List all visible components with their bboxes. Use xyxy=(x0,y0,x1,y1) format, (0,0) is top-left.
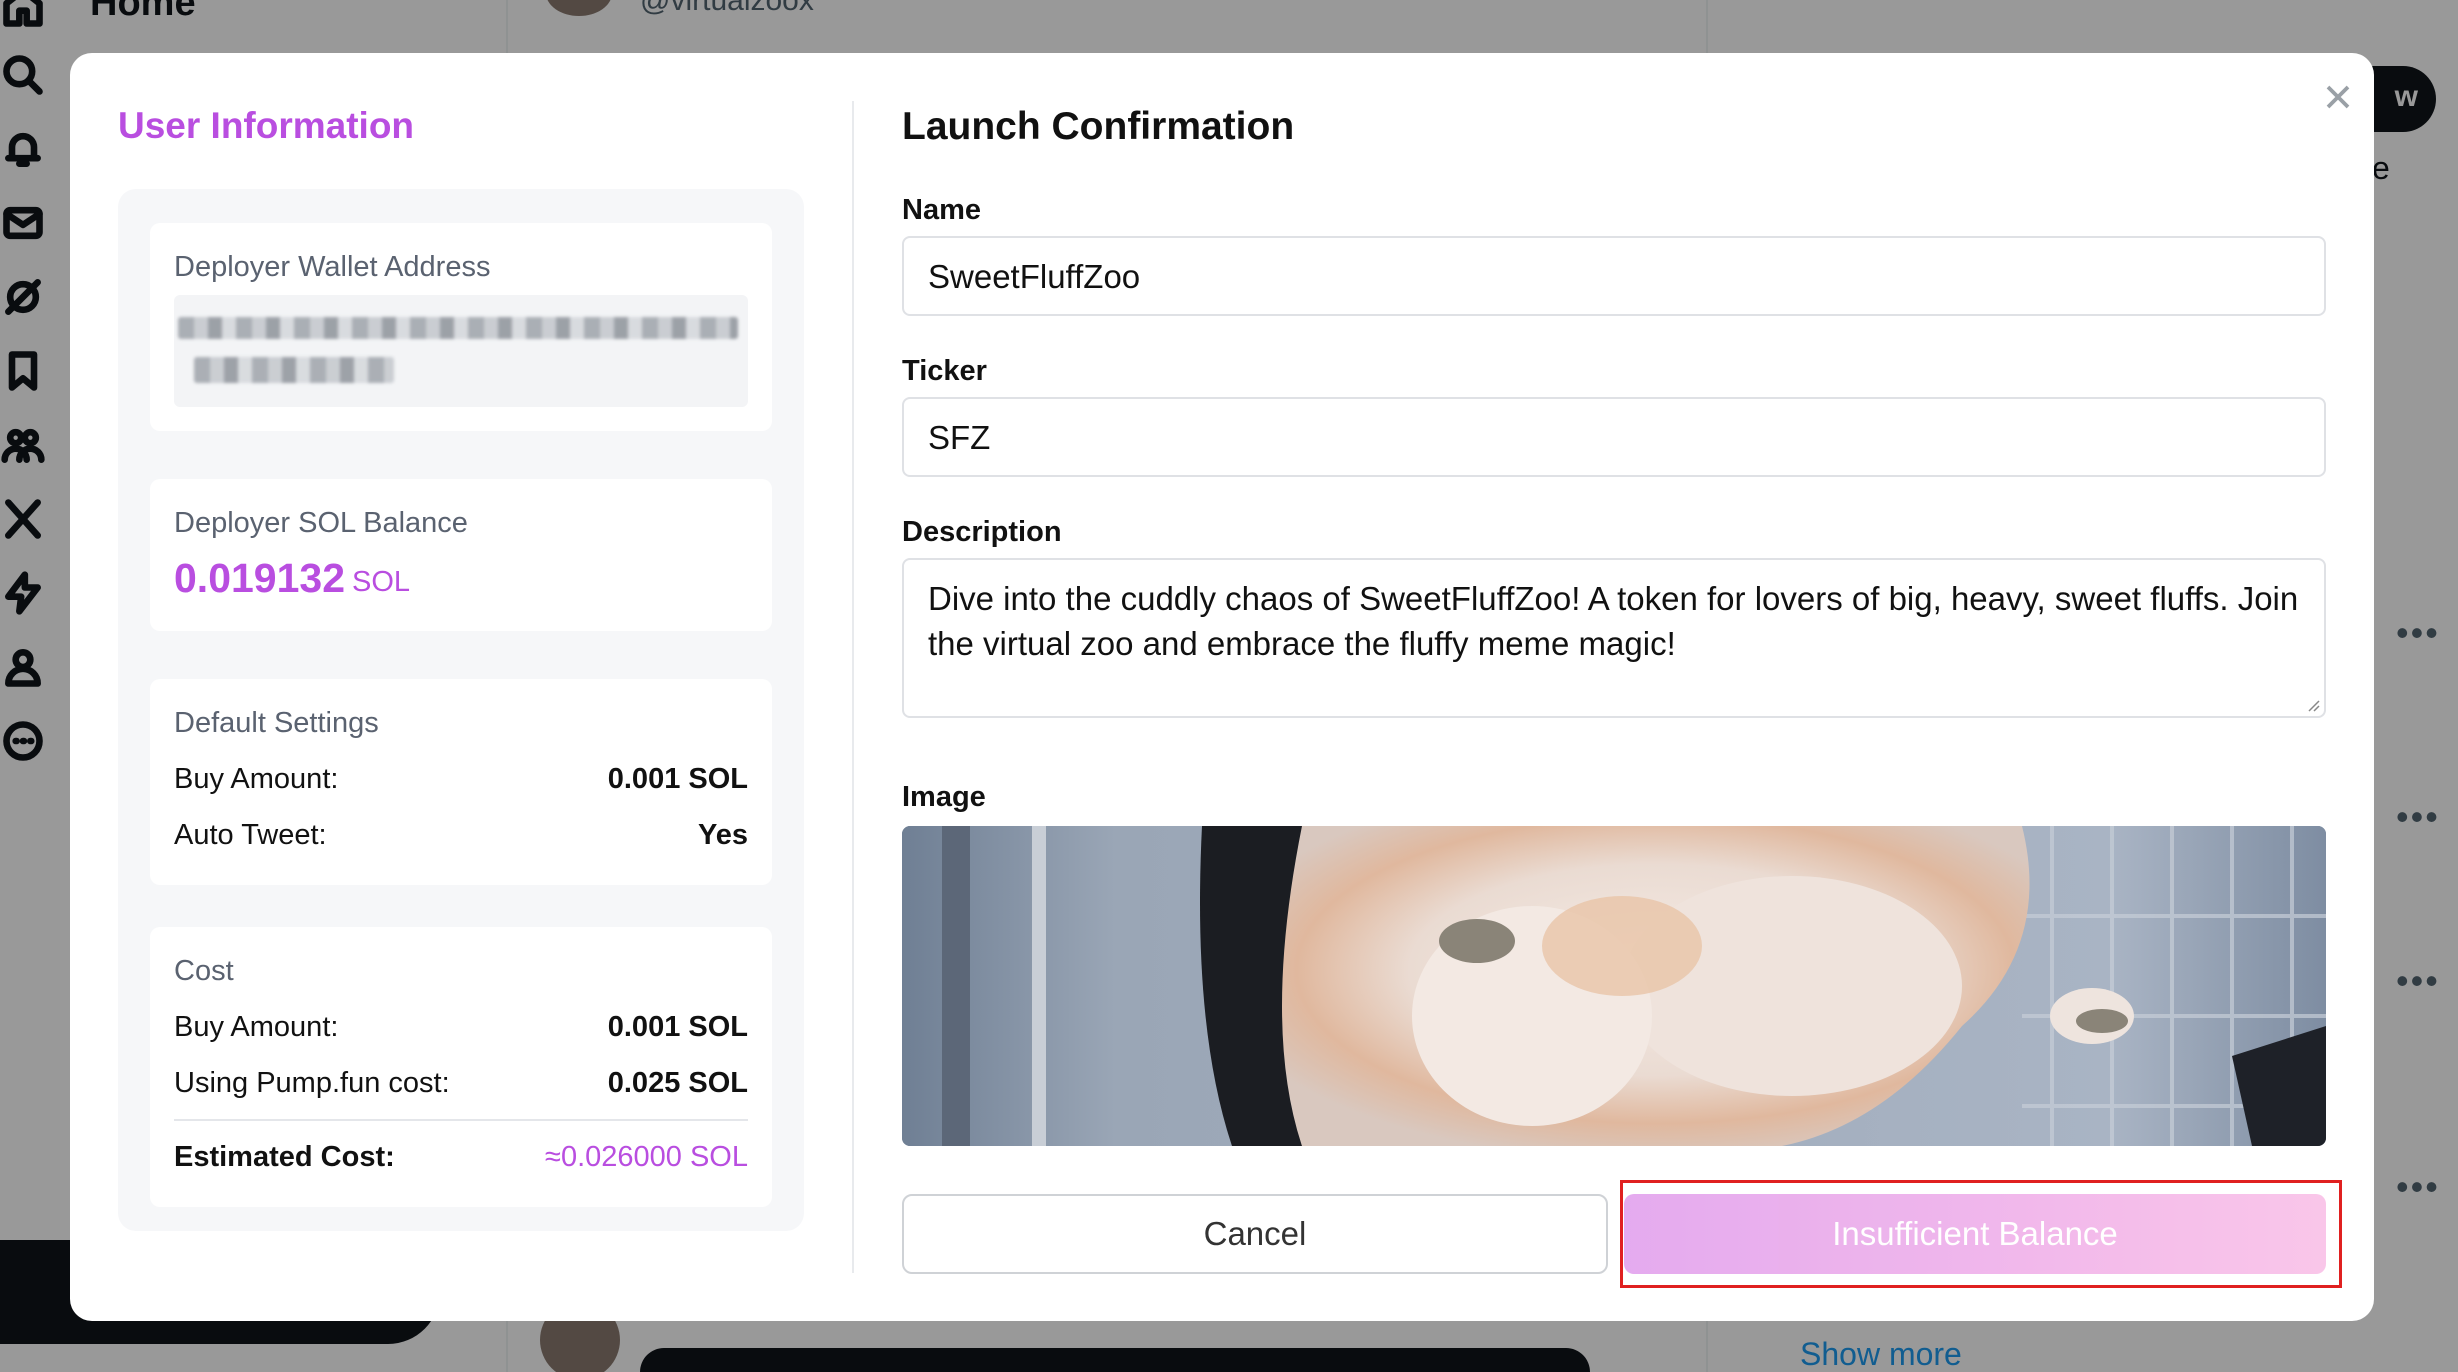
user-information-title: User Information xyxy=(118,105,415,146)
token-image[interactable] xyxy=(902,826,2326,1146)
estimated-cost-value: ≈0.026000 SOL xyxy=(545,1141,748,1173)
launch-confirmation-title: Launch Confirmation xyxy=(902,105,1295,148)
description-text: Dive into the cuddly chaos of SweetFluff… xyxy=(928,580,2299,662)
image-label: Image xyxy=(902,781,986,813)
name-input[interactable]: SweetFluffZoo xyxy=(902,236,2326,316)
highlight-annotation-box xyxy=(1620,1180,2342,1288)
default-settings-title: Default Settings xyxy=(174,707,379,739)
cost-divider xyxy=(174,1119,748,1121)
resize-grip-icon[interactable] xyxy=(2306,698,2320,712)
user-information-section: User Information Deployer Wallet Address… xyxy=(118,53,804,1321)
balance-value: 0.019132 xyxy=(174,555,346,601)
wallet-address-redacted xyxy=(174,295,748,407)
cancel-button[interactable]: Cancel xyxy=(902,1194,1608,1274)
launch-confirmation-section: Launch Confirmation Name SweetFluffZoo T… xyxy=(902,53,2326,1321)
estimated-cost-label: Estimated Cost: xyxy=(174,1141,395,1173)
auto-tweet-row: Auto Tweet: Yes xyxy=(174,819,748,852)
description-textarea[interactable]: Dive into the cuddly chaos of SweetFluff… xyxy=(902,558,2326,718)
default-buy-amount-label: Buy Amount: xyxy=(174,763,339,795)
close-icon xyxy=(2326,85,2350,109)
name-label: Name xyxy=(902,194,981,226)
cost-buy-amount-label: Buy Amount: xyxy=(174,1011,339,1043)
balance-unit: SOL xyxy=(352,566,411,598)
user-information-panel: Deployer Wallet Address Deployer SOL Bal… xyxy=(118,189,804,1231)
cost-title: Cost xyxy=(174,955,234,987)
pump-cost-label: Using Pump.fun cost: xyxy=(174,1067,450,1099)
ticker-input[interactable]: SFZ xyxy=(902,397,2326,477)
wallet-label: Deployer Wallet Address xyxy=(174,251,491,283)
pump-cost-value: 0.025 SOL xyxy=(607,1067,748,1099)
description-label: Description xyxy=(902,516,1062,548)
pump-cost-row: Using Pump.fun cost: 0.025 SOL xyxy=(174,1067,748,1100)
launch-modal: User Information Deployer Wallet Address… xyxy=(70,53,2374,1321)
balance-label: Deployer SOL Balance xyxy=(174,507,468,539)
auto-tweet-label: Auto Tweet: xyxy=(174,819,327,851)
ticker-label: Ticker xyxy=(902,355,987,387)
cost-card: Cost Buy Amount: 0.001 SOL Using Pump.fu… xyxy=(150,927,772,1207)
default-settings-card: Default Settings Buy Amount: 0.001 SOL A… xyxy=(150,679,772,885)
wallet-card: Deployer Wallet Address xyxy=(150,223,772,431)
cost-buy-amount-value: 0.001 SOL xyxy=(607,1011,748,1043)
balance-card: Deployer SOL Balance 0.019132 SOL xyxy=(150,479,772,631)
fluffy-dog-image xyxy=(902,826,2326,1146)
modal-column-divider xyxy=(852,101,854,1273)
estimated-cost-row: Estimated Cost: ≈0.026000 SOL xyxy=(174,1141,748,1174)
default-buy-amount-value: 0.001 SOL xyxy=(607,763,748,795)
auto-tweet-value: Yes xyxy=(698,819,748,851)
default-buy-amount-row: Buy Amount: 0.001 SOL xyxy=(174,763,748,796)
cost-buy-amount-row: Buy Amount: 0.001 SOL xyxy=(174,1011,748,1044)
